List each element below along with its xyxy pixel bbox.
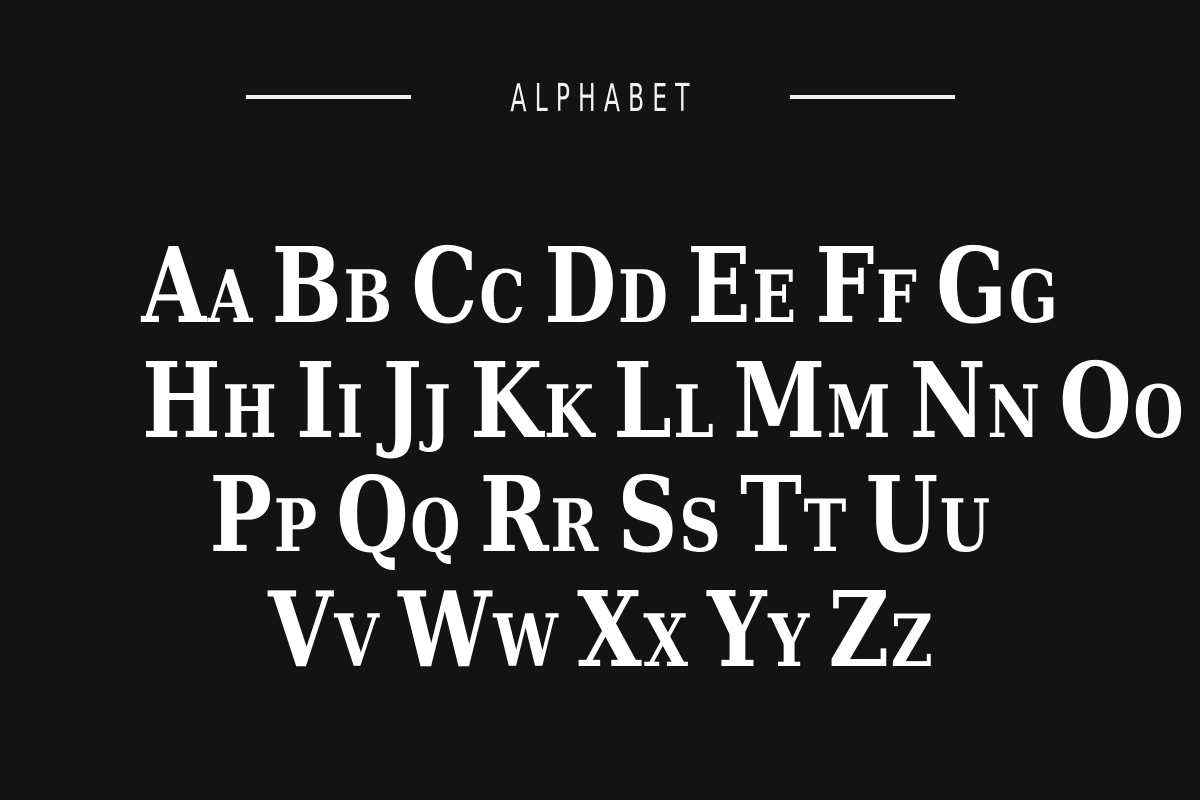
uppercase-glyph: D [544,224,617,347]
lowercase-glyph: m [826,369,891,454]
lowercase-glyph: y [767,598,809,683]
uppercase-glyph: O [1059,339,1132,462]
lowercase-glyph: b [343,254,393,339]
glyph-pair: Ff [816,234,918,367]
lowercase-glyph: c [479,254,526,339]
uppercase-glyph: E [687,224,751,347]
lowercase-glyph: u [939,483,991,568]
uppercase-glyph: Z [827,568,889,691]
uppercase-glyph: T [740,453,803,576]
lowercase-glyph: n [987,369,1041,454]
alphabet-specimen: Aa Bb Cc Dd Ee Ff Gg Hh Ii Jj Kk Ll Mm Nn Oo Pp Qq Rr Ss… [0,0,1200,800]
glyph-pair: Zz [828,578,933,711]
glyph-row-4: Vv Ww Xx Yy Zz [0,578,1200,684]
glyph-row-inner: Vv Ww Xx Yy Zz [258,578,942,711]
glyph-pair: Yy [707,578,809,711]
uppercase-glyph: X [576,568,642,691]
lowercase-glyph: r [550,483,599,568]
glyph-pair: Vv [268,578,379,711]
lowercase-glyph: f [876,254,918,339]
uppercase-glyph: A [141,224,207,347]
lowercase-glyph: t [803,483,847,568]
uppercase-glyph: N [909,339,986,462]
lowercase-glyph: s [679,483,722,568]
lowercase-glyph: a [207,254,253,339]
lowercase-glyph: p [273,483,318,568]
lowercase-glyph: k [544,369,595,454]
uppercase-glyph: W [397,568,492,691]
glyph-pair: Oo [1059,349,1184,482]
lowercase-glyph: q [410,483,461,568]
uppercase-glyph: C [411,224,478,347]
uppercase-glyph: V [267,568,333,691]
glyph-pair: Xx [577,578,688,711]
uppercase-glyph: Y [706,568,767,691]
lowercase-glyph: z [890,598,933,683]
uppercase-glyph: R [479,453,550,576]
uppercase-glyph: K [470,339,543,462]
lowercase-glyph: v [333,598,379,683]
glyph-row-1: Aa Bb Cc Dd Ee Ff Gg [0,234,1200,340]
lowercase-glyph: e [752,254,797,339]
glyph-pair: Ww [398,578,558,711]
uppercase-glyph: L [613,339,672,462]
lowercase-glyph: g [1009,254,1059,339]
glyph-row-2: Hh Ii Jj Kk Ll Mm Nn Oo [0,349,1200,455]
lowercase-glyph: w [492,598,558,683]
uppercase-glyph: I [296,339,335,462]
lowercase-glyph: j [423,369,451,454]
uppercase-glyph: S [617,453,678,576]
uppercase-glyph: B [271,224,343,347]
lowercase-glyph: d [618,254,669,339]
lowercase-glyph: x [642,598,688,683]
uppercase-glyph: M [733,339,826,462]
uppercase-glyph: F [815,224,875,347]
uppercase-glyph: G [936,224,1008,347]
glyph-row-3: Pp Qq Rr Ss Tt Uu [0,463,1200,569]
uppercase-glyph: Q [336,453,409,576]
uppercase-glyph: U [865,453,939,576]
uppercase-glyph: H [142,339,221,462]
uppercase-glyph: P [209,453,273,576]
lowercase-glyph: o [1133,369,1184,454]
lowercase-glyph: i [336,369,364,454]
uppercase-glyph: J [382,339,423,462]
lowercase-glyph: l [673,369,714,454]
lowercase-glyph: h [222,369,277,454]
